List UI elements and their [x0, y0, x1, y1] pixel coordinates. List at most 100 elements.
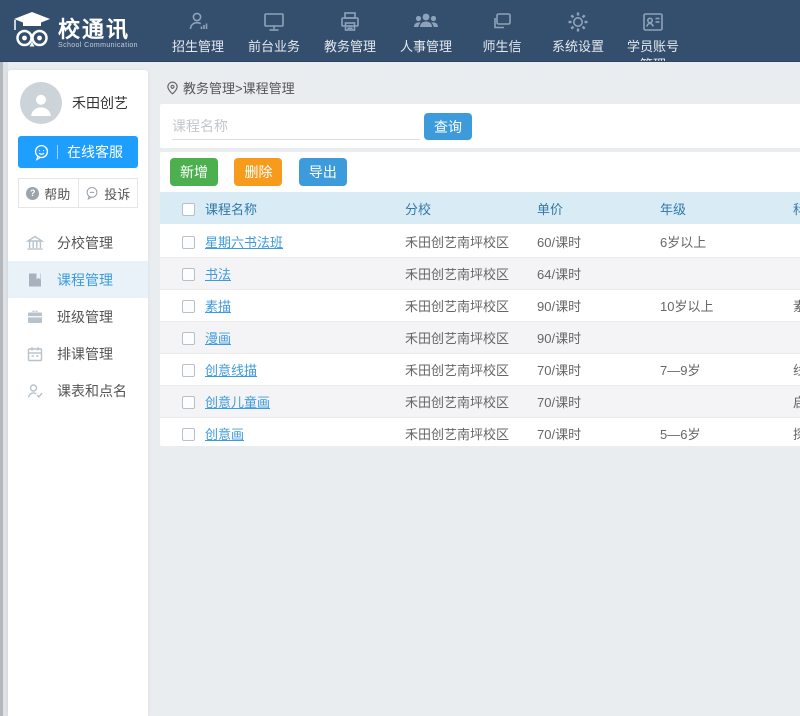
- nav-item-frontdesk[interactable]: 前台业务: [241, 0, 307, 62]
- cell-price: 70/课时: [537, 353, 660, 385]
- cell-grade: 10岁以上: [660, 289, 793, 321]
- online-service-button[interactable]: 在线客服: [18, 136, 138, 168]
- cell-branch: 禾田创艺南坪校区: [405, 417, 537, 446]
- sidebar-item-course-management[interactable]: 课程管理: [8, 261, 148, 298]
- cell-price: 90/课时: [537, 289, 660, 321]
- search-input[interactable]: [172, 112, 420, 140]
- column-header-branch: 分校: [405, 192, 537, 225]
- sidebar-item-label: 课程管理: [57, 270, 113, 290]
- sidebar-item-branch-management[interactable]: 分校管理: [8, 224, 148, 261]
- online-service-label: 在线客服: [67, 142, 123, 162]
- nav-item-academic[interactable]: 教务管理: [317, 0, 383, 62]
- course-link[interactable]: 创意儿童画: [205, 395, 270, 410]
- app-logo[interactable]: 校通讯 School Communication: [0, 0, 146, 57]
- sidebar-item-schedule-management[interactable]: 排课管理: [8, 335, 148, 372]
- bank-icon: [26, 234, 44, 252]
- table-row: 书法 禾田创艺南坪校区 64/课时: [160, 257, 800, 289]
- recruit-person-icon: [165, 9, 231, 35]
- cell-subject: 启: [793, 385, 800, 417]
- cell-price: 60/课时: [537, 225, 660, 257]
- row-checkbox[interactable]: [182, 364, 195, 377]
- cell-branch: 禾田创艺南坪校区: [405, 385, 537, 417]
- cell-grade: 5—6岁: [660, 417, 793, 446]
- cell-subject: [793, 225, 800, 257]
- sidebar-menu: 分校管理 课程管理 班级管理: [8, 224, 148, 409]
- column-header-course-name: 课程名称: [205, 192, 405, 225]
- cell-subject: [793, 257, 800, 289]
- row-checkbox[interactable]: [182, 428, 195, 441]
- nav-item-messages[interactable]: 师生信: [469, 0, 535, 62]
- nav-label: 学员账号管理: [621, 38, 685, 62]
- add-button[interactable]: 新增: [170, 158, 218, 186]
- nav-label: 人事管理: [393, 38, 459, 56]
- table-header-row: 课程名称 分校 单价 年级 科: [160, 192, 800, 225]
- sidebar-item-class-management[interactable]: 班级管理: [8, 298, 148, 335]
- nav-label: 招生管理: [165, 38, 231, 56]
- briefcase-icon: [26, 308, 44, 326]
- cell-branch: 禾田创艺南坪校区: [405, 321, 537, 353]
- row-checkbox[interactable]: [182, 236, 195, 249]
- nav-item-settings[interactable]: 系统设置: [545, 0, 611, 62]
- search-button[interactable]: 查询: [424, 113, 472, 140]
- course-link[interactable]: 书法: [205, 267, 231, 282]
- complaint-button[interactable]: 投诉: [78, 179, 138, 207]
- cell-subject: 探: [793, 417, 800, 446]
- row-checkbox[interactable]: [182, 268, 195, 281]
- search-panel: 查询: [160, 104, 800, 148]
- nav-item-student-accounts[interactable]: 学员账号管理: [621, 0, 685, 62]
- cell-branch: 禾田创艺南坪校区: [405, 225, 537, 257]
- sidebar-item-label: 课表和点名: [57, 381, 127, 401]
- cell-grade: [660, 321, 793, 353]
- cell-price: 70/课时: [537, 385, 660, 417]
- cell-subject: [793, 321, 800, 353]
- cell-branch: 禾田创艺南坪校区: [405, 353, 537, 385]
- row-checkbox[interactable]: [182, 300, 195, 313]
- content-panel: 新增 删除 导出 课程名称 分校 单价 年级 科 星期六书法班 禾田创艺南坪校区…: [160, 152, 800, 446]
- breadcrumb-text: 教务管理>课程管理: [183, 78, 295, 97]
- course-link[interactable]: 素描: [205, 299, 231, 314]
- help-button[interactable]: ? 帮助: [19, 179, 78, 207]
- select-all-checkbox[interactable]: [182, 203, 195, 216]
- complaint-label: 投诉: [104, 184, 130, 203]
- calendar-icon: [26, 345, 44, 363]
- cell-grade: 6岁以上: [660, 225, 793, 257]
- course-link[interactable]: 漫画: [205, 331, 231, 346]
- nav-item-hr[interactable]: 人事管理: [393, 0, 459, 62]
- people-group-icon: [393, 9, 459, 35]
- nav-label: 前台业务: [241, 38, 307, 56]
- cell-subject: 素: [793, 289, 800, 321]
- user-profile: 禾田创艺: [8, 70, 148, 134]
- breadcrumb: 教务管理>课程管理: [166, 78, 295, 97]
- cell-grade: 7—9岁: [660, 353, 793, 385]
- main-menu: 招生管理 前台业务 教务管理: [160, 0, 690, 62]
- column-header-grade: 年级: [660, 192, 793, 225]
- user-name: 禾田创艺: [72, 93, 128, 113]
- table-row: 创意画 禾田创艺南坪校区 70/课时 5—6岁 探: [160, 417, 800, 446]
- help-complaint-row: ? 帮助 投诉: [18, 178, 138, 208]
- course-link[interactable]: 星期六书法班: [205, 235, 283, 250]
- nav-item-recruit[interactable]: 招生管理: [165, 0, 231, 62]
- top-navigation: 校通讯 School Communication 招生管理 前台业务: [0, 0, 800, 62]
- id-card-icon: [621, 9, 685, 35]
- course-link[interactable]: 创意线描: [205, 363, 257, 378]
- location-pin-icon: [166, 81, 183, 95]
- table-row: 创意儿童画 禾田创艺南坪校区 70/课时 启: [160, 385, 800, 417]
- table-row: 素描 禾田创艺南坪校区 90/课时 10岁以上 素: [160, 289, 800, 321]
- row-checkbox[interactable]: [182, 332, 195, 345]
- cell-subject: 线: [793, 353, 800, 385]
- column-header-subject: 科: [793, 192, 800, 225]
- cell-branch: 禾田创艺南坪校区: [405, 257, 537, 289]
- export-button[interactable]: 导出: [299, 158, 347, 186]
- table-row: 创意线描 禾田创艺南坪校区 70/课时 7—9岁 线: [160, 353, 800, 385]
- help-label: 帮助: [44, 184, 70, 203]
- brand-title: 校通讯: [58, 18, 138, 42]
- printer-icon: [317, 9, 383, 35]
- course-link[interactable]: 创意画: [205, 427, 244, 442]
- nav-label: 师生信: [469, 38, 535, 56]
- delete-button[interactable]: 删除: [234, 158, 282, 186]
- button-divider: [57, 145, 58, 159]
- cell-price: 70/课时: [537, 417, 660, 446]
- row-checkbox[interactable]: [182, 396, 195, 409]
- avatar[interactable]: [20, 82, 62, 124]
- sidebar-item-timetable-rollcall[interactable]: 课表和点名: [8, 372, 148, 409]
